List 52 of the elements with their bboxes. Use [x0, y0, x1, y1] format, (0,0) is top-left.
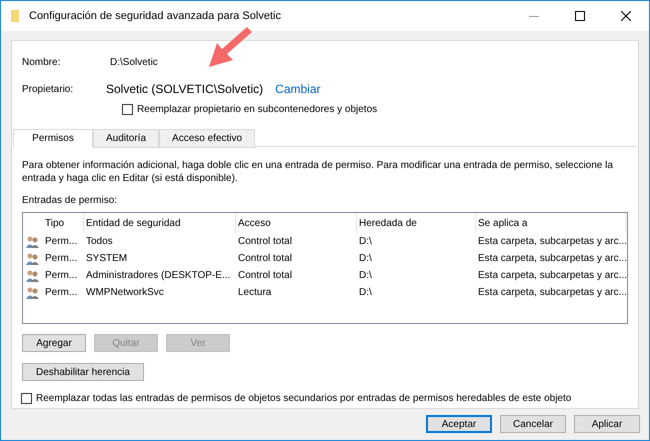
column-header[interactable]: Se aplica a [476, 213, 626, 233]
table-cell-text: Control total [237, 235, 293, 249]
column-header[interactable]: Tipo [43, 213, 84, 233]
users-icon [26, 286, 40, 298]
table-cell-text: SYSTEM [85, 252, 128, 266]
table-cell-text: WMPNetworkSvc [85, 286, 165, 300]
close-icon [621, 11, 631, 21]
table-cell-text: Todos [85, 235, 114, 249]
column-header[interactable]: Heredada de [357, 213, 476, 233]
table-cell-text: Lectura [237, 286, 272, 300]
table-cell-text: Administradores (DESKTOP-E... [85, 269, 232, 283]
change-link[interactable]: Cambiar [275, 80, 321, 98]
table-cell-text: Esta carpeta, subcarpetas y arc... [477, 269, 626, 283]
maximize-icon [575, 11, 585, 21]
tab[interactable]: Acceso efectivo [159, 129, 256, 148]
field-label: Propietario: [22, 82, 74, 96]
checkbox-label: Reemplazar propietario en subcontenedores y objetos [137, 103, 378, 117]
table-cell-text: D:\ [358, 252, 373, 266]
button[interactable]: Aplicar [574, 415, 640, 433]
table-cell-text: Perm... [44, 269, 78, 283]
table-cell-text: D:\ [358, 235, 373, 249]
checkbox-label: Reemplazar todas las entradas de permisos de objetos secundarios por entradas de permisos heredables de este objeto [36, 392, 572, 406]
checkbox[interactable] [21, 393, 32, 404]
folder-icon [11, 10, 19, 22]
window-title: Configuración de seguridad avanzada para Solvetic [29, 8, 281, 24]
owner-value: Solvetic (SOLVETIC\Solvetic) [106, 81, 264, 98]
table-cell-text: Esta carpeta, subcarpetas y arc... [477, 252, 626, 266]
button[interactable]: Aceptar [426, 415, 492, 433]
users-icon [26, 270, 40, 282]
field-label: Nombre: [22, 56, 62, 70]
table-cell-text: Esta carpeta, subcarpetas y arc... [477, 235, 626, 249]
users-icon [26, 236, 40, 248]
table-cell-text: Control total [237, 252, 293, 266]
button[interactable]: Agregar [22, 334, 86, 352]
name-value: D:\Solvetic [110, 56, 158, 70]
tab[interactable]: Auditoría [93, 129, 160, 148]
checkbox[interactable] [122, 104, 133, 115]
table-cell-text: Perm... [44, 235, 78, 249]
disable-inheritance-button[interactable]: Deshabilitar herencia [22, 363, 144, 381]
tab[interactable]: Permisos [13, 129, 93, 148]
table-cell-text: Perm... [44, 252, 78, 266]
table-cell-text: Esta carpeta, subcarpetas y arc... [477, 286, 626, 300]
info-text: Para obtener información adicional, haga doble clic en una entrada de permiso. Para modificar una entrada de permiso, seleccione la entrada y haga clic en Editar (si está disponible). [22, 159, 614, 185]
users-icon [26, 252, 40, 264]
section-label: Entradas de permiso: [22, 194, 118, 208]
column-header[interactable]: Entidad de seguridad [84, 213, 236, 233]
table-cell-text: D:\ [358, 269, 373, 283]
table-cell-text: Control total [237, 269, 293, 283]
column-header[interactable]: Acceso [236, 213, 357, 233]
table-cell-text: Perm... [44, 286, 78, 300]
table-cell-text: D:\ [358, 286, 373, 300]
button[interactable]: Cancelar [500, 415, 566, 433]
